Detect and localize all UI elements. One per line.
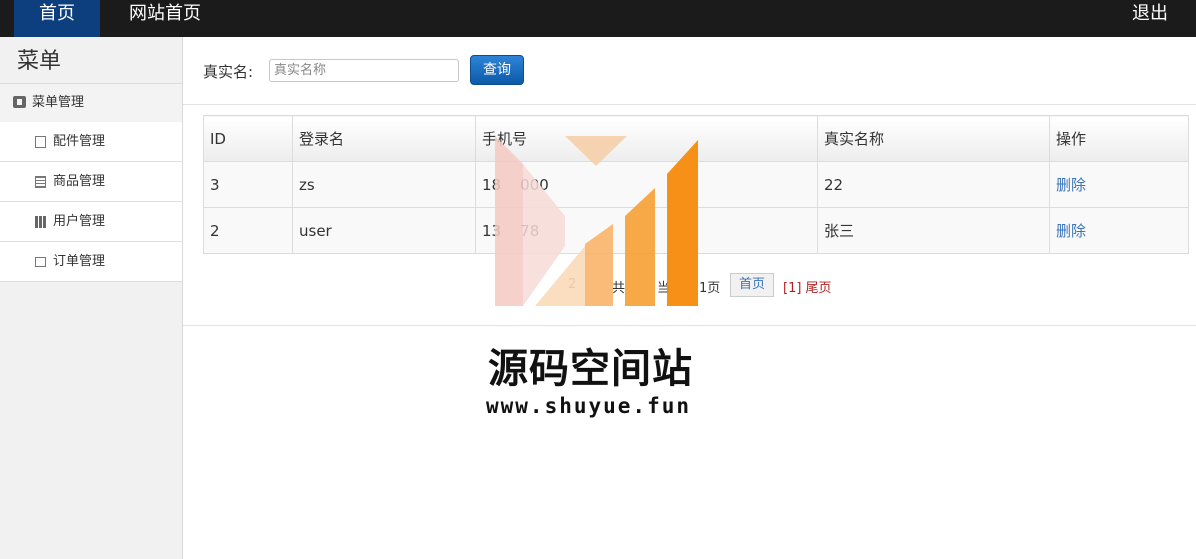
top-navbar: 首页 网站首页 退出: [0, 0, 1196, 37]
realname-search-input[interactable]: [269, 59, 459, 82]
watermark-bar-orange-light: [585, 224, 613, 306]
first-page-button[interactable]: 首页: [730, 273, 774, 297]
sidebar-item-label: 用户管理: [53, 214, 106, 229]
query-button[interactable]: 查询: [470, 55, 524, 85]
column-header-realname: 真实名称: [817, 115, 1050, 162]
search-label: 真实名:: [203, 63, 254, 81]
logout-link[interactable]: 退出: [1132, 0, 1168, 37]
delete-link[interactable]: 删除: [1056, 222, 1086, 240]
sidebar-item-products[interactable]: 商品管理: [0, 162, 182, 202]
sidebar-group-menu-management[interactable]: 菜单管理: [0, 83, 182, 123]
list-icon: [35, 176, 46, 188]
watermark-url: www.shuyue.fun: [486, 394, 692, 418]
watermark-bar-pink: [495, 136, 523, 306]
sidebar-sub-list: 配件管理 商品管理 用户管理 订单管理: [0, 122, 182, 282]
nav-site-home-link[interactable]: 网站首页: [129, 0, 201, 37]
cell-action: 删除: [1049, 207, 1189, 254]
cell-id: 2: [203, 207, 293, 254]
envelope-icon: [35, 257, 46, 267]
column-header-action: 操作: [1049, 115, 1189, 162]
divider: [183, 104, 1196, 105]
cell-id: 3: [203, 161, 293, 208]
pager-pages-text: 1页: [699, 281, 721, 296]
watermark-bar-orange: [625, 188, 655, 306]
delete-link[interactable]: 删除: [1056, 176, 1086, 194]
sidebar-item-users[interactable]: 用户管理: [0, 202, 182, 242]
sidebar-item-parts[interactable]: 配件管理: [0, 122, 182, 162]
divider: [183, 325, 1196, 326]
sidebar: 菜单 菜单管理 配件管理 商品管理 用户管理 订单管理: [0, 37, 183, 559]
books-icon: [35, 216, 46, 228]
sidebar-item-label: 商品管理: [53, 174, 106, 189]
watermark-logo: [495, 136, 698, 306]
sidebar-title: 菜单: [17, 49, 62, 74]
watermark-triangle: [565, 136, 627, 166]
watermark-title: 源码空间站: [488, 346, 693, 392]
cell-login: user: [292, 207, 476, 254]
book-icon: [13, 96, 26, 108]
file-icon: [35, 136, 46, 148]
sidebar-item-orders[interactable]: 订单管理: [0, 242, 182, 282]
cell-action: 删除: [1049, 161, 1189, 208]
column-header-login: 登录名: [292, 115, 476, 162]
sidebar-group-label: 菜单管理: [32, 95, 85, 110]
column-header-id: ID: [203, 115, 293, 162]
sidebar-item-label: 订单管理: [53, 254, 106, 269]
cell-login: zs: [292, 161, 476, 208]
cell-realname: 22: [817, 161, 1050, 208]
nav-home-link[interactable]: 首页: [14, 0, 100, 37]
last-page-link[interactable]: [1] 尾页: [783, 277, 832, 296]
sidebar-item-label: 配件管理: [53, 134, 106, 149]
cell-realname: 张三: [817, 207, 1050, 254]
watermark-bar-orange-dark: [667, 140, 698, 306]
